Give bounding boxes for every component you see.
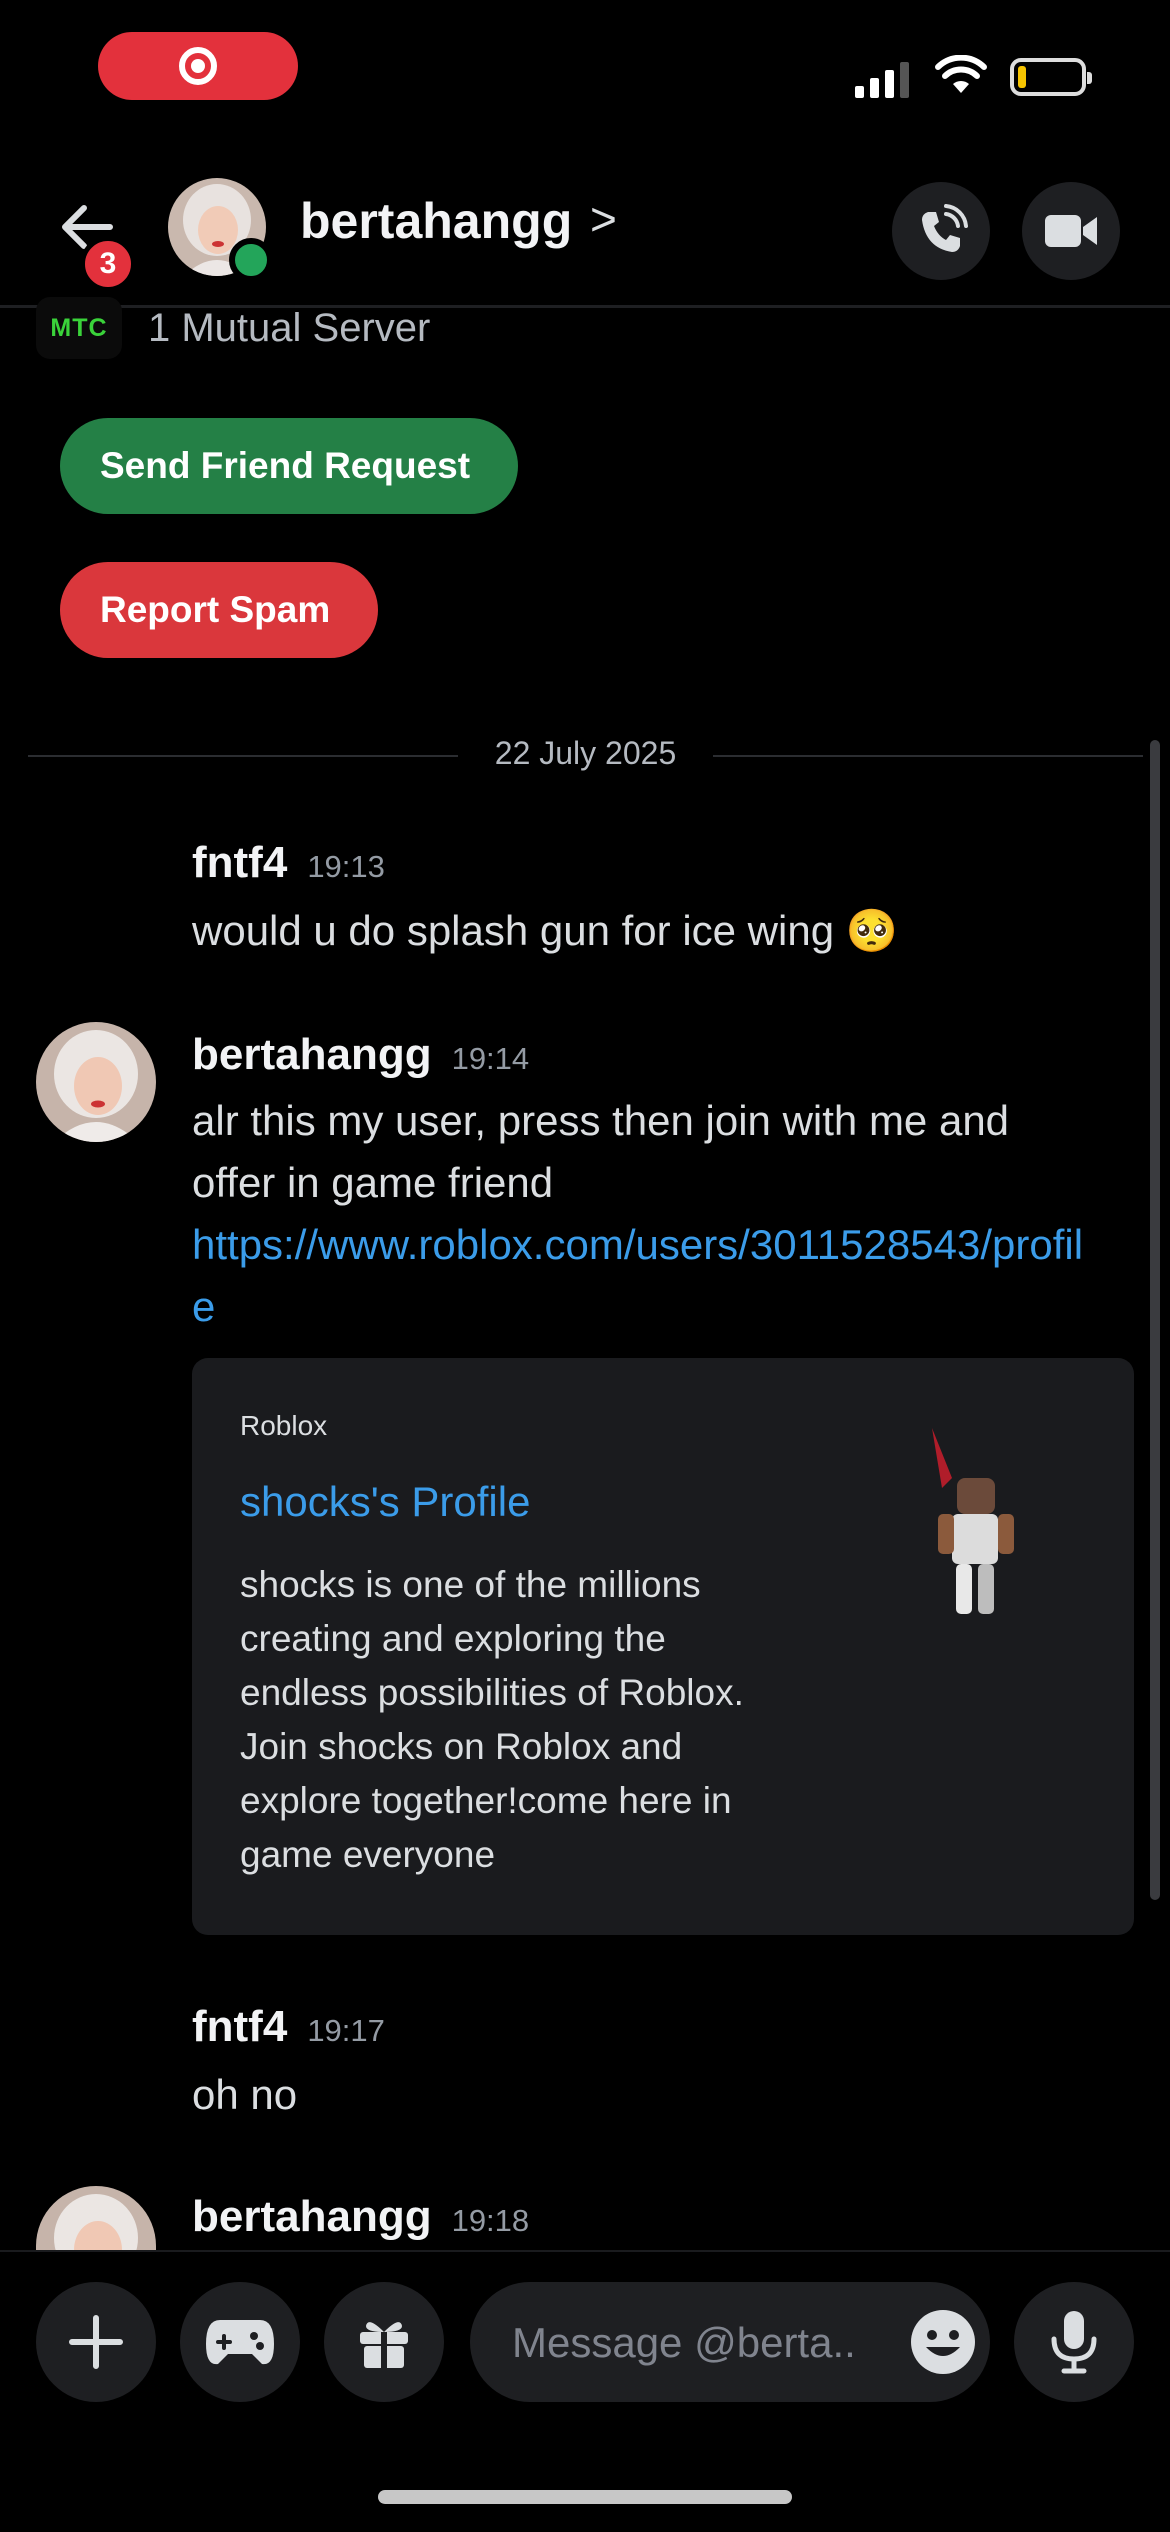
gift-icon [360,2322,408,2368]
dm-header: 3 bertahangg > [0,170,1170,308]
voice-call-button[interactable] [892,182,990,280]
signal-icon [855,58,909,98]
avatar[interactable] [36,2186,156,2250]
phone-call-icon [922,204,968,252]
message-timestamp: 19:17 [307,2013,385,2048]
embed-description: shocks is one of the millions creating a… [240,1564,744,1875]
avatar[interactable] [36,1022,156,1142]
message-input[interactable] [510,2282,894,2404]
emoji-icon[interactable] [908,2307,978,2377]
link-embed[interactable]: Roblox shocks's Profile shocks is one of… [192,1358,1134,1935]
date-divider-label: 22 July 2025 [494,735,677,771]
screen-record-icon [179,47,217,85]
message-author[interactable]: fntf4 19:13 [192,838,385,888]
microphone-icon [1051,2311,1097,2374]
mutual-servers[interactable]: MTC 1 Mutual Server [36,297,431,359]
battery-icon [1010,58,1092,96]
home-indicator[interactable] [378,2490,792,2504]
message-text: oh no [192,2071,298,2118]
dm-username[interactable]: bertahangg [300,192,572,250]
report-spam-button[interactable]: Report Spam [60,562,378,658]
profile-link[interactable]: https://www.roblox.com/users/3011528543/… [192,1221,1083,1330]
video-camera-icon [1045,215,1097,247]
send-friend-request-button[interactable]: Send Friend Request [60,418,518,514]
embed-title[interactable]: shocks's Profile [240,1478,530,1526]
server-icon: MTC [36,297,122,359]
video-call-button[interactable] [1022,182,1120,280]
attach-button[interactable] [36,2282,156,2402]
message-author[interactable]: bertahangg 19:14 [192,1030,529,1080]
wifi-icon [935,55,987,93]
message-text: would u do splash gun for ice wing 🥺 [192,907,899,954]
plus-icon [69,2315,123,2369]
gamepad-icon [206,2320,274,2365]
activities-button[interactable] [180,2282,300,2402]
embed-provider: Roblox [240,1410,328,1441]
gift-button[interactable] [324,2282,444,2402]
dm-screen: 3 bertahangg > MTC 1 Mutual Server Send … [0,0,1170,2532]
mutual-servers-label: 1 Mutual Server [148,305,431,350]
message-author[interactable]: fntf4 19:17 [192,2002,385,2052]
message-timestamp: 19:14 [451,1041,530,1076]
scrollbar[interactable] [1150,740,1160,1900]
status-bar [0,0,1170,150]
message-timestamp: 19:13 [307,849,385,884]
screen-record-indicator[interactable] [98,32,298,100]
unread-badge: 3 [80,236,136,292]
embed-thumbnail[interactable] [912,1418,1062,1628]
message-body: alr this my user, press then join with m… [192,1097,1010,1206]
message-text: alr this my user, press then join with m… [192,1090,1092,1338]
date-divider: 22 July 2025 [28,735,1143,775]
message-timestamp: 19:18 [451,2203,530,2238]
voice-message-button[interactable] [1014,2282,1134,2402]
message-author[interactable]: bertahangg 19:18 [192,2192,529,2242]
chevron-right-icon[interactable]: > [590,192,617,246]
online-status-dot [229,238,273,282]
message-input-container[interactable] [470,2282,990,2404]
